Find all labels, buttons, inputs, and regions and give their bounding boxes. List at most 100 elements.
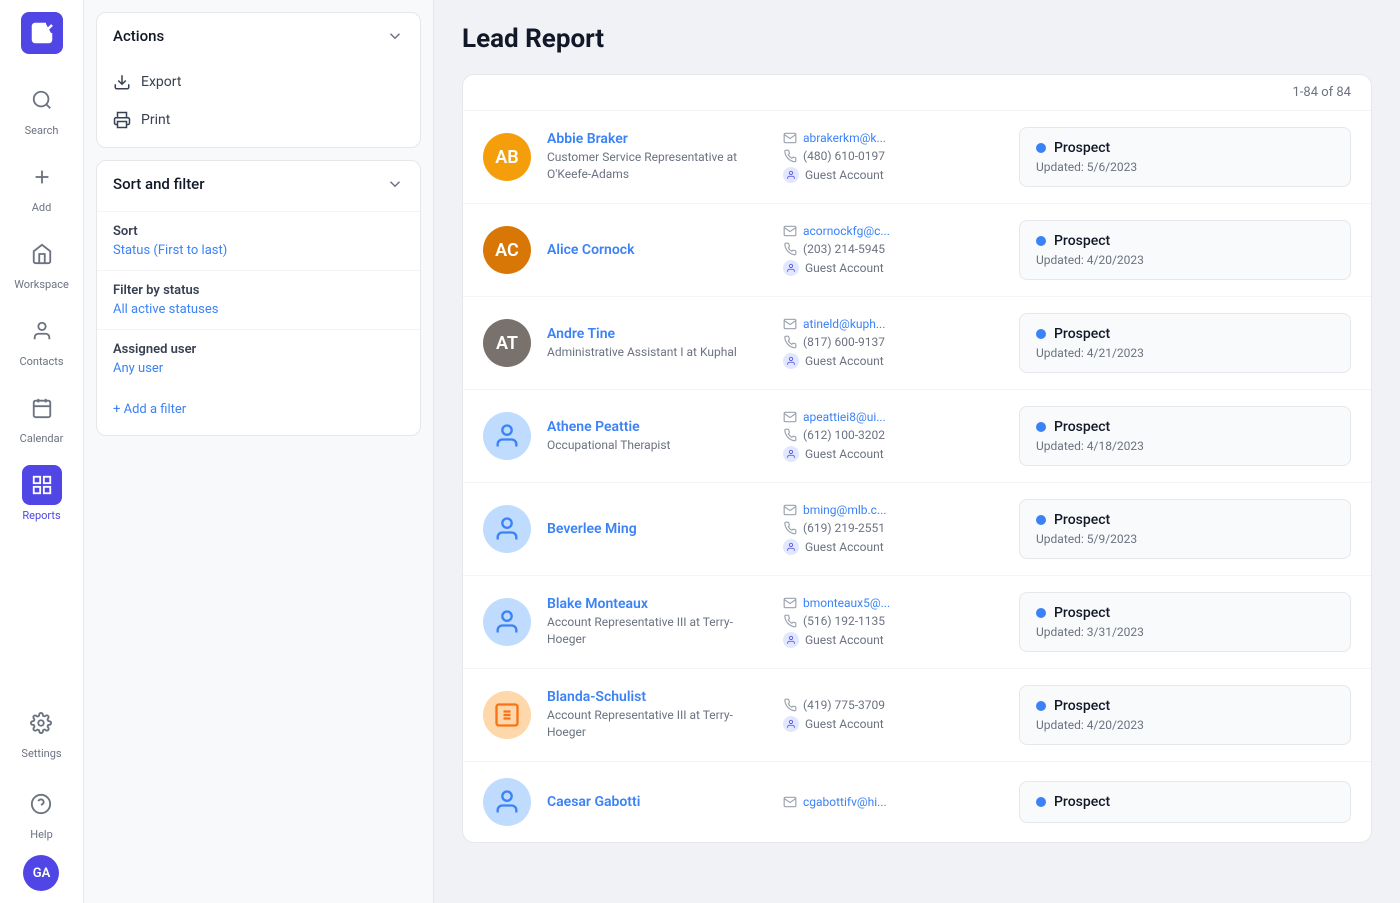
sort-label: Sort [113, 224, 404, 239]
account-icon [783, 353, 799, 369]
sidebar-item-settings-label: Settings [21, 747, 61, 760]
lead-avatar [483, 505, 531, 553]
lead-phone: (480) 610-0197 [783, 149, 1003, 163]
user-small-icon [786, 635, 796, 645]
add-filter-button[interactable]: + Add a filter [97, 392, 420, 427]
filter-card-header[interactable]: Sort and filter [97, 161, 420, 207]
lead-status-card: Prospect Updated: 4/20/2023 [1019, 220, 1351, 280]
phone-icon [783, 698, 797, 712]
export-icon [113, 73, 131, 91]
sidebar-item-workspace[interactable]: Workspace [0, 224, 83, 301]
lead-name[interactable]: Andre Tine [547, 326, 767, 342]
lead-report-table: 1-84 of 84 AB Abbie Braker Customer Serv… [462, 74, 1372, 843]
print-action[interactable]: Print [97, 101, 420, 139]
status-dot [1036, 143, 1046, 153]
lead-status-card: Prospect Updated: 5/6/2023 [1019, 127, 1351, 187]
lead-email: abrakerkm@k... [783, 131, 1003, 145]
lead-phone-value: (419) 775-3709 [803, 698, 885, 712]
lead-account: Guest Account [783, 716, 1003, 732]
lead-contact-info: bmonteaux5@... (516) 192-1135 Guest Acco… [783, 596, 1003, 648]
user-small-icon [786, 356, 796, 366]
lead-contact-info: (419) 775-3709 Guest Account [783, 698, 1003, 732]
sidebar-item-search[interactable]: Search [0, 70, 83, 147]
lead-updated: Updated: 4/20/2023 [1036, 253, 1334, 267]
leads-list: AB Abbie Braker Customer Service Represe… [463, 111, 1371, 842]
export-action[interactable]: Export [97, 63, 420, 101]
sidebar-item-settings[interactable]: Settings [13, 693, 69, 770]
lead-status-value: Prospect [1054, 794, 1110, 810]
lead-name[interactable]: Caesar Gabotti [547, 794, 767, 810]
lead-status-card: Prospect Updated: 4/18/2023 [1019, 406, 1351, 466]
filter-status-value[interactable]: All active statuses [113, 302, 404, 317]
filter-status-section: Filter by status All active statuses [97, 270, 420, 329]
sidebar: Search Add Workspace Contacts Calendar R… [0, 0, 84, 903]
lead-email-value[interactable]: apeattiei8@ui... [803, 410, 886, 424]
lead-email-value[interactable]: acornockfg@c... [803, 224, 890, 238]
lead-email-value[interactable]: atineld@kuph... [803, 317, 885, 331]
lead-status-value: Prospect [1054, 605, 1110, 621]
lead-status-row: Prospect [1036, 605, 1334, 621]
lead-status-row: Prospect [1036, 512, 1334, 528]
filter-card-title: Sort and filter [113, 175, 205, 193]
lead-account: Guest Account [783, 167, 1003, 183]
lead-contact-info: abrakerkm@k... (480) 610-0197 Guest Acco… [783, 131, 1003, 183]
printer-icon [113, 111, 131, 129]
lead-job-title: Occupational Therapist [547, 437, 767, 454]
lead-phone: (516) 192-1135 [783, 614, 1003, 628]
sidebar-item-help[interactable]: Help [13, 774, 69, 851]
assigned-user-value[interactable]: Any user [113, 361, 404, 376]
sidebar-item-add[interactable]: Add [0, 147, 83, 224]
lead-row: Blanda-Schulist Account Representative I… [463, 669, 1371, 762]
lead-phone-value: (619) 219-2551 [803, 521, 885, 535]
lead-row: Beverlee Ming bming@mlb.c... (619) 219-2… [463, 483, 1371, 576]
lead-email-value[interactable]: bming@mlb.c... [803, 503, 886, 517]
lead-updated: Updated: 4/18/2023 [1036, 439, 1334, 453]
lead-updated: Updated: 5/9/2023 [1036, 532, 1334, 546]
phone-icon [783, 149, 797, 163]
lead-avatar [483, 598, 531, 646]
app-logo[interactable] [21, 12, 63, 54]
email-icon [783, 596, 797, 610]
lead-status-card: Prospect Updated: 5/9/2023 [1019, 499, 1351, 559]
filter-card: Sort and filter Sort Status (First to la… [96, 160, 421, 436]
account-icon [783, 632, 799, 648]
lead-status-card: Prospect Updated: 3/31/2023 [1019, 592, 1351, 652]
sidebar-item-calendar[interactable]: Calendar [0, 378, 83, 455]
account-icon [783, 167, 799, 183]
actions-card-body: Export Print [97, 59, 420, 147]
sort-section: Sort Status (First to last) [97, 211, 420, 270]
lead-email-value[interactable]: abrakerkm@k... [803, 131, 886, 145]
lead-avatar: AB [483, 133, 531, 181]
lead-name[interactable]: Alice Cornock [547, 242, 767, 258]
lead-email-value[interactable]: cgabottifv@hi... [803, 795, 887, 809]
lead-row: AB Abbie Braker Customer Service Represe… [463, 111, 1371, 204]
lead-status-card: Prospect [1019, 781, 1351, 823]
user-small-icon [786, 170, 796, 180]
lead-name[interactable]: Abbie Braker [547, 131, 767, 147]
email-icon [783, 224, 797, 238]
lead-phone-value: (516) 192-1135 [803, 614, 885, 628]
lead-account: Guest Account [783, 353, 1003, 369]
lead-name[interactable]: Athene Peattie [547, 419, 767, 435]
sidebar-item-reports[interactable]: Reports [0, 455, 83, 532]
lead-account: Guest Account [783, 446, 1003, 462]
page-title: Lead Report [462, 24, 1372, 54]
sort-value[interactable]: Status (First to last) [113, 243, 404, 258]
lead-email-value[interactable]: bmonteaux5@... [803, 596, 890, 610]
user-small-icon [786, 263, 796, 273]
lead-contact-info: bming@mlb.c... (619) 219-2551 Guest Acco… [783, 503, 1003, 555]
lead-email: acornockfg@c... [783, 224, 1003, 238]
lead-status-value: Prospect [1054, 512, 1110, 528]
lead-job-title: Account Representative III at Terry-Hoeg… [547, 614, 767, 648]
email-icon [783, 131, 797, 145]
lead-name[interactable]: Beverlee Ming [547, 521, 767, 537]
lead-name[interactable]: Blanda-Schulist [547, 689, 767, 705]
actions-card-header[interactable]: Actions [97, 13, 420, 59]
status-dot [1036, 422, 1046, 432]
lead-name[interactable]: Blake Monteaux [547, 596, 767, 612]
lead-job-title: Customer Service Representative at O'Kee… [547, 149, 767, 183]
user-avatar[interactable]: GA [23, 855, 59, 891]
sidebar-item-contacts[interactable]: Contacts [0, 301, 83, 378]
lead-updated: Updated: 4/21/2023 [1036, 346, 1334, 360]
print-label: Print [141, 112, 170, 128]
